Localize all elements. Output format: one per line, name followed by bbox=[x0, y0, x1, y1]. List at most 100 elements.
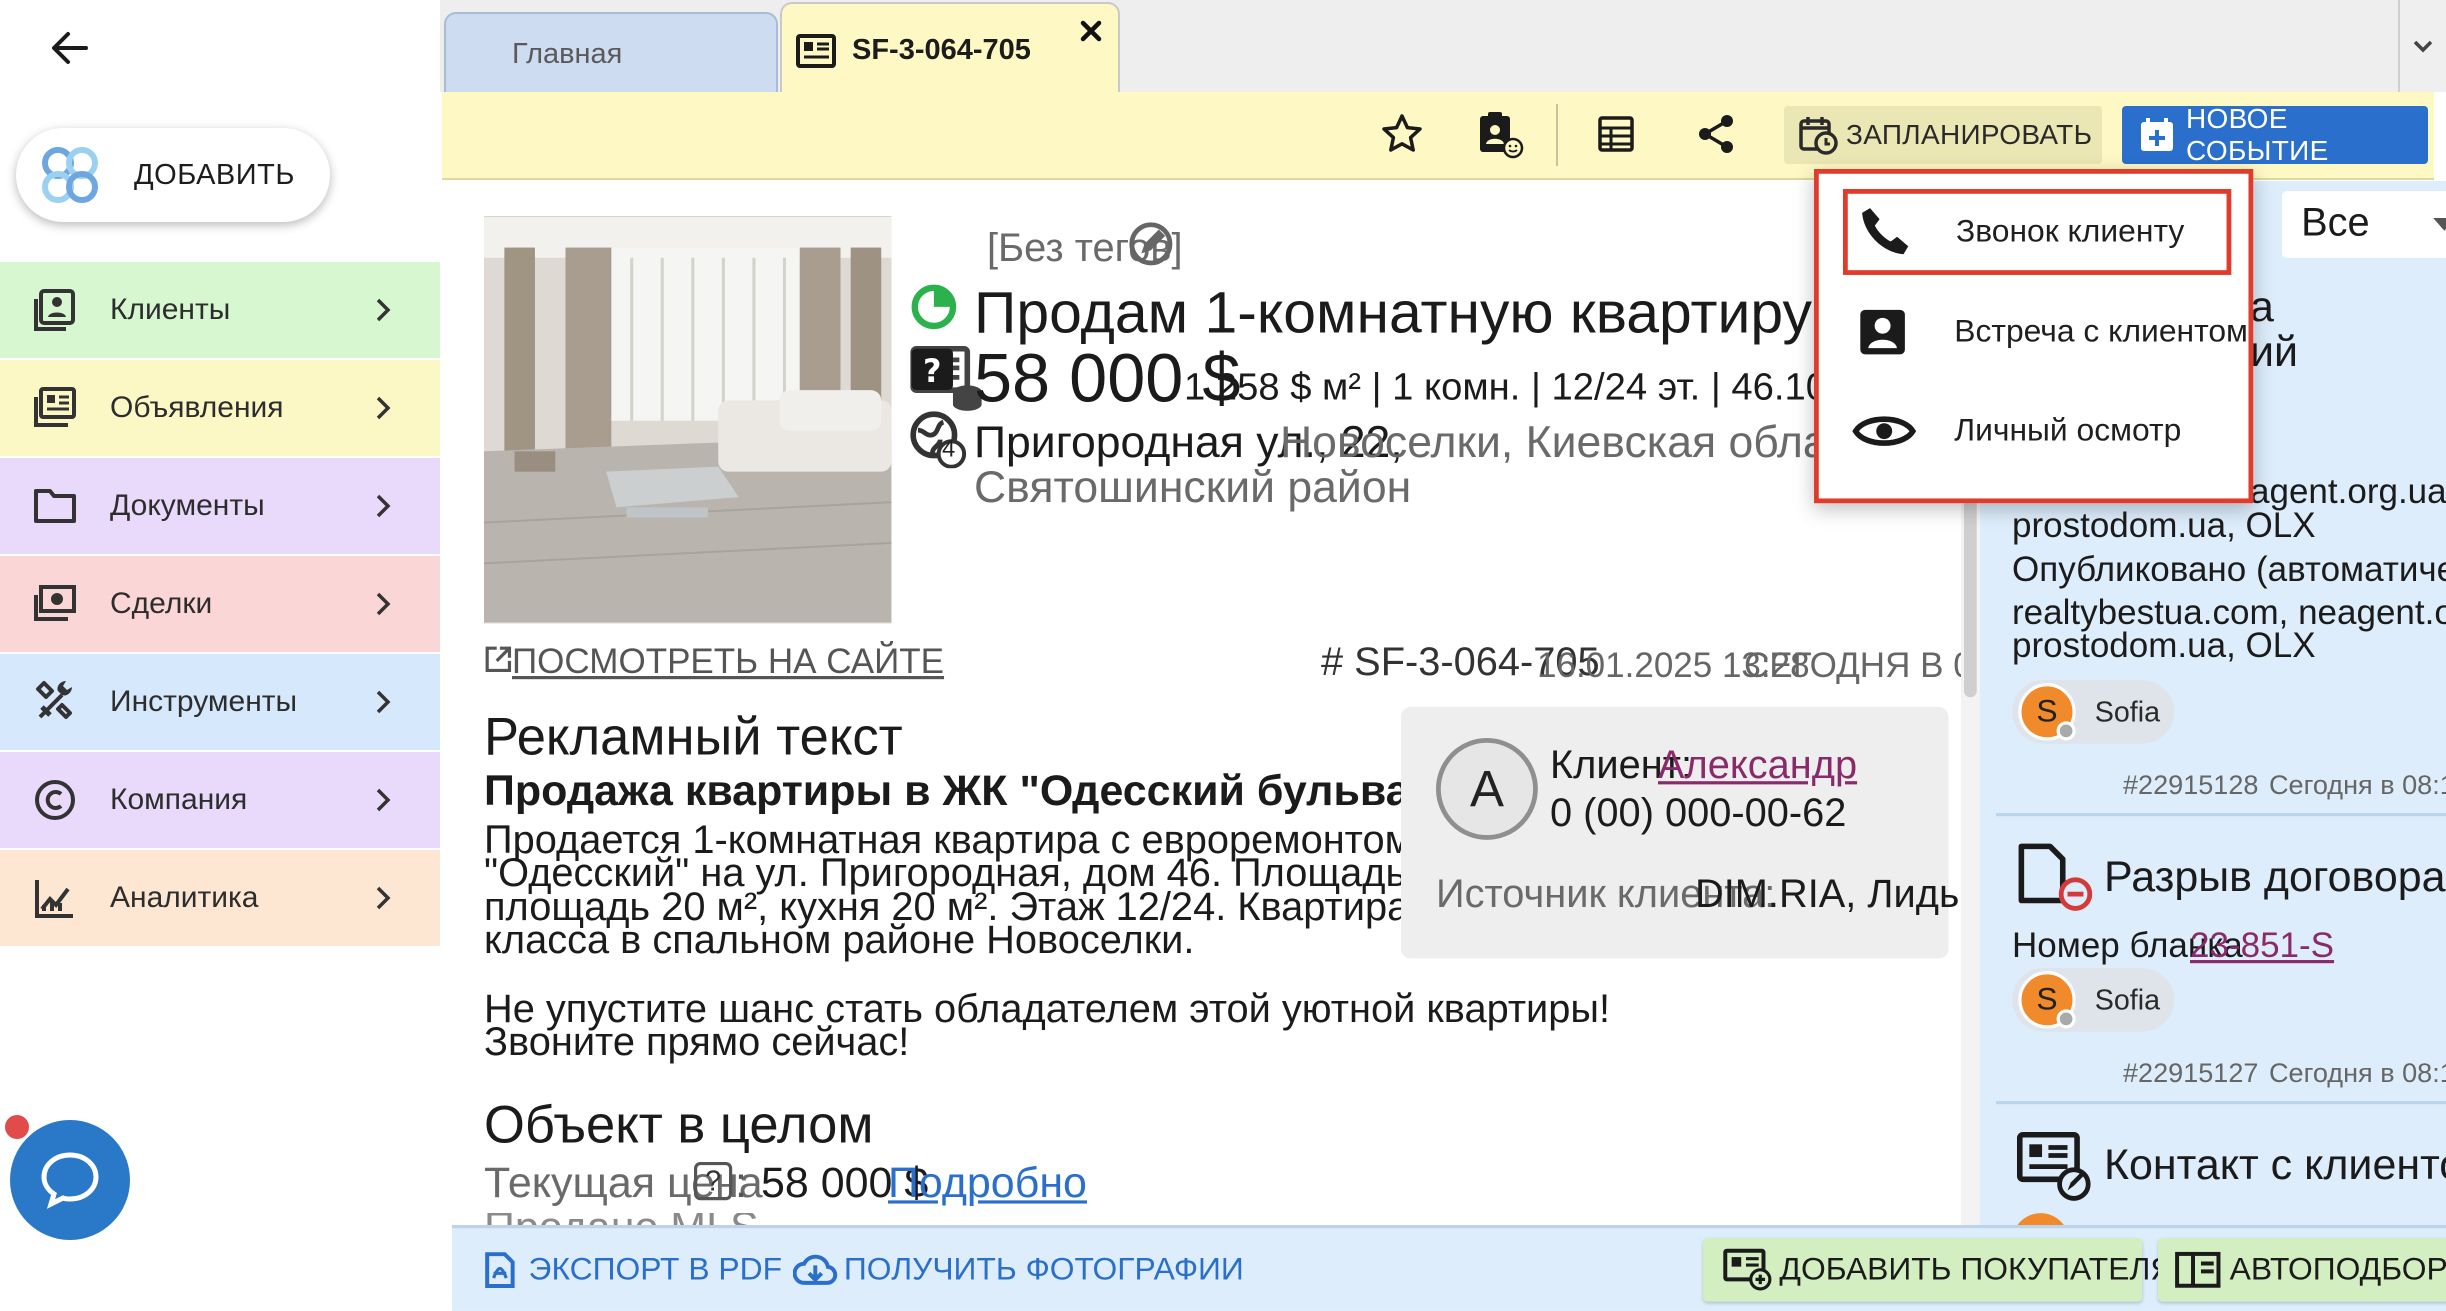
sidebar-item-listings[interactable]: Объявления bbox=[0, 360, 440, 456]
sidebar-item-analytics[interactable]: Аналитика bbox=[0, 850, 440, 946]
sidebar-item-company[interactable]: Компания bbox=[0, 752, 440, 848]
tools-icon bbox=[32, 679, 78, 725]
user-status-dot bbox=[2056, 720, 2076, 741]
event-id: #22915128 bbox=[2123, 770, 2259, 801]
chevron-right-icon bbox=[368, 785, 398, 815]
events-filter-select[interactable]: Все bbox=[2282, 190, 2446, 258]
tab-listing[interactable]: SF-3-064-705 bbox=[780, 2, 1120, 94]
caret-down-icon bbox=[2432, 215, 2446, 234]
tab-listing-label: SF-3-064-705 bbox=[852, 34, 1031, 66]
get-photos-label: ПОЛУЧИТЬ ФОТОГРАФИИ bbox=[843, 1251, 1244, 1287]
sidebar-item-tools[interactable]: Инструменты bbox=[0, 654, 440, 750]
export-pdf-label: ЭКСПОРТ В PDF bbox=[528, 1251, 782, 1287]
form-number-link[interactable]: 23-851-S bbox=[2190, 925, 2334, 966]
event-title-partial: а bbox=[2250, 283, 2275, 332]
ad-text-heading: Рекламный текст bbox=[483, 706, 903, 766]
share-icon bbox=[1694, 112, 1738, 156]
chevron-right-icon bbox=[368, 589, 398, 619]
table-view-button[interactable] bbox=[1586, 104, 1646, 164]
cut-off-row: Продано MLS bbox=[484, 1213, 759, 1226]
add-buyer-button[interactable]: ДОБАВИТЬ ПОКУПАТЕЛЯ bbox=[1702, 1238, 2173, 1302]
star-icon bbox=[1379, 111, 1425, 157]
help-icon[interactable]: ? bbox=[693, 1161, 733, 1200]
user-chip[interactable]: S Sofia bbox=[2011, 967, 2174, 1032]
phone-icon bbox=[1857, 205, 1911, 259]
event-title-partial: ий bbox=[2250, 327, 2299, 376]
chevron-down-icon bbox=[2409, 32, 2437, 60]
dropdown-item-call-client[interactable]: Звонок клиенту bbox=[1842, 189, 2232, 276]
clients-icon bbox=[32, 287, 78, 333]
ad-text-line: Звоните прямо сейчас! bbox=[483, 1020, 910, 1065]
dropdown-item-personal-viewing[interactable]: Личный осмотр bbox=[1846, 385, 2234, 477]
autoselect-label: АВТОПОДБОР (3) bbox=[2229, 1251, 2446, 1287]
sidebar-item-label: Аналитика bbox=[110, 881, 259, 914]
user-name: Sofia bbox=[2094, 694, 2160, 727]
schedule-button[interactable]: ЗАПЛАНИРОВАТЬ bbox=[1784, 106, 2102, 164]
user-name: Sofia bbox=[2094, 982, 2160, 1015]
external-link-icon bbox=[484, 645, 513, 674]
user-chip[interactable]: S Sofia bbox=[2011, 679, 2174, 744]
table-icon bbox=[1596, 114, 1636, 154]
back-arrow-icon[interactable] bbox=[46, 24, 94, 72]
book-open-icon bbox=[2174, 1251, 2222, 1289]
client-phone: 0 (00) 000-00-62 bbox=[1550, 790, 1847, 836]
event-title: Контакт с клиентом bbox=[2103, 1141, 2446, 1189]
chevron-right-icon bbox=[368, 883, 398, 913]
sidebar-item-label: Компания bbox=[110, 783, 248, 816]
autoselect-button[interactable]: АВТОПОДБОР (3) bbox=[2158, 1238, 2446, 1302]
edit-tags-icon[interactable] bbox=[1127, 220, 1175, 268]
view-on-site-link[interactable]: ПОСМОТРЕТЬ НА САЙТЕ bbox=[512, 641, 944, 682]
question-icon[interactable]: ? bbox=[910, 347, 955, 395]
chat-button[interactable] bbox=[10, 1120, 130, 1240]
sidebar-item-documents[interactable]: Документы bbox=[0, 458, 440, 554]
event-time: Сегодня в 08:19 bbox=[2269, 770, 2446, 801]
listings-icon bbox=[32, 385, 78, 431]
chevron-right-icon bbox=[368, 295, 398, 325]
export-pdf-button[interactable]: ЭКСПОРТ В PDF bbox=[484, 1251, 782, 1289]
sidebar-item-label: Сделки bbox=[110, 587, 213, 620]
published-manual-sites: prostodom.ua, OLX bbox=[2011, 504, 2316, 545]
globe-badge-count: 4 bbox=[942, 436, 956, 464]
add-button-label: ДОБАВИТЬ bbox=[134, 158, 295, 191]
calendar-add-icon bbox=[2138, 116, 2176, 154]
sidebar-item-deals[interactable]: Сделки bbox=[0, 556, 440, 652]
details-link[interactable]: Подробно bbox=[888, 1159, 1087, 1208]
user-card-icon bbox=[1856, 306, 1910, 360]
copyright-icon bbox=[32, 777, 78, 823]
tabs-menu-button[interactable] bbox=[2398, 0, 2446, 92]
clipboard-user-icon bbox=[1474, 108, 1526, 160]
sidebar-item-label: Клиенты bbox=[110, 293, 231, 326]
share-button[interactable] bbox=[1686, 104, 1746, 164]
event-time: Сегодня в 08:18 bbox=[2269, 1058, 2446, 1089]
get-photos-button[interactable]: ПОЛУЧИТЬ ФОТОГРАФИИ bbox=[792, 1251, 1244, 1289]
dropdown-item-client-meeting[interactable]: Встреча с клиентом bbox=[1846, 286, 2248, 378]
add-button[interactable]: ДОБАВИТЬ bbox=[16, 128, 330, 222]
dropdown-item-label: Встреча с клиентом bbox=[1954, 314, 2249, 350]
schedule-button-label: ЗАПЛАНИРОВАТЬ bbox=[1846, 119, 2093, 150]
new-event-button[interactable]: НОВОЕ СОБЫТИЕ bbox=[2122, 103, 2428, 166]
published-auto-label: Опубликовано (автоматически): bbox=[2011, 549, 2446, 589]
favorite-button[interactable] bbox=[1372, 104, 1432, 164]
sidebar: ДОБАВИТЬ Клиенты Объявления Документы Сд… bbox=[0, 0, 440, 1286]
listing-photo[interactable] bbox=[483, 216, 892, 624]
listing-contact-icon bbox=[2015, 1130, 2095, 1203]
sidebar-item-clients[interactable]: Клиенты bbox=[0, 262, 440, 358]
pdf-icon bbox=[484, 1251, 516, 1289]
chevron-right-icon bbox=[368, 393, 398, 423]
status-progress-icon bbox=[910, 283, 958, 331]
client-avatar: A bbox=[1435, 738, 1538, 841]
sidebar-item-label: Объявления bbox=[110, 391, 284, 424]
ad-text-line: класса в спальном районе Новоселки. bbox=[483, 918, 1195, 963]
client-name-link[interactable]: Александр bbox=[1658, 743, 1857, 789]
eye-icon bbox=[1852, 407, 1917, 455]
close-icon[interactable] bbox=[1074, 14, 1108, 48]
tab-home-label: Главная bbox=[512, 37, 623, 70]
new-event-button-label: НОВОЕ СОБЫТИЕ bbox=[2186, 103, 2329, 166]
client-badge-button[interactable] bbox=[1470, 104, 1530, 164]
price-colon: : bbox=[735, 1158, 748, 1207]
event-id: #22915127 bbox=[2123, 1058, 2259, 1089]
sidebar-item-label: Документы bbox=[110, 489, 265, 522]
tab-home[interactable]: Главная bbox=[444, 12, 778, 94]
folder-icon bbox=[32, 483, 78, 529]
calendar-clock-icon bbox=[1798, 115, 1838, 155]
